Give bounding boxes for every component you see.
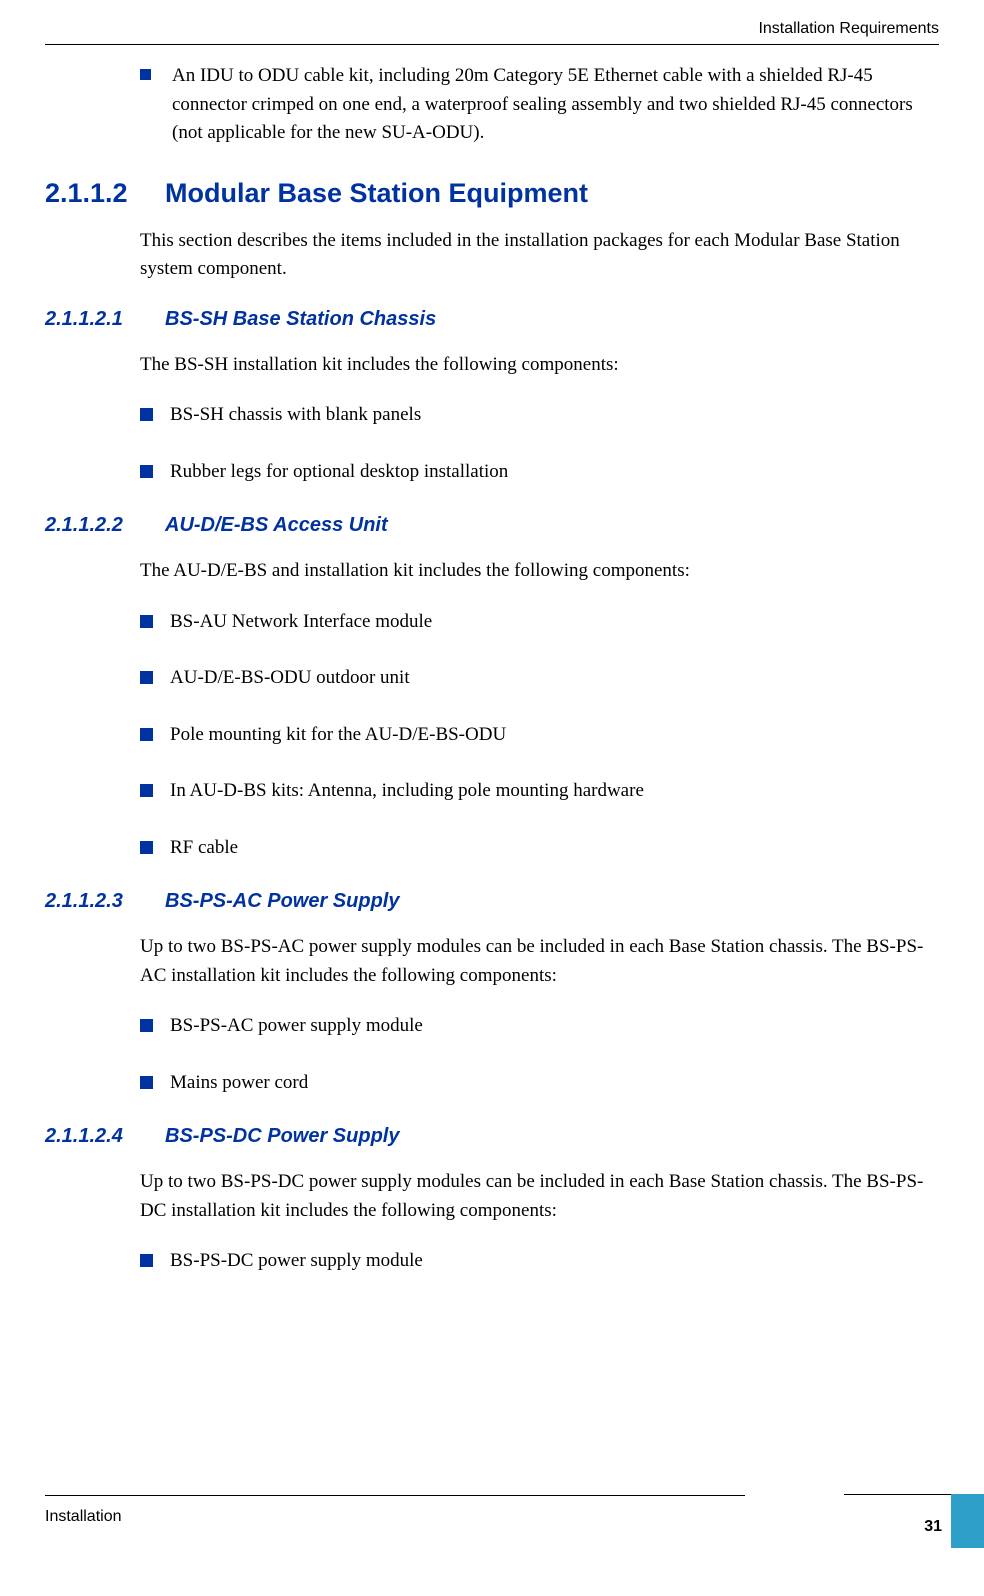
heading-title: AU-D/E-BS Access Unit (165, 514, 388, 537)
heading-3: 2.1.1.2.2 AU-D/E-BS Access Unit (45, 514, 939, 537)
page-number-bar (951, 1494, 984, 1548)
footer-rule (45, 1495, 745, 1496)
heading-number: 2.1.1.2.2 (45, 514, 165, 537)
page-number-block: 31 (844, 1494, 984, 1548)
heading-number: 2.1.1.2.4 (45, 1125, 165, 1148)
paragraph: The BS-SH installation kit includes the … (140, 351, 939, 380)
header-right: Installation Requirements (758, 20, 939, 38)
list-item: BS-PS-AC power supply module (140, 1012, 939, 1041)
heading-title: BS-PS-DC Power Supply (165, 1125, 399, 1148)
paragraph: Up to two BS-PS-DC power supply modules … (140, 1168, 939, 1225)
list-item: BS-AU Network Interface module (140, 608, 939, 637)
list-item: RF cable (140, 834, 939, 863)
page-number: 31 (924, 1518, 942, 1536)
list-item: Mains power cord (140, 1069, 939, 1098)
intro-list: An IDU to ODU cable kit, including 20m C… (140, 62, 939, 148)
heading-3: 2.1.1.2.1 BS-SH Base Station Chassis (45, 308, 939, 331)
heading-3: 2.1.1.2.4 BS-PS-DC Power Supply (45, 1125, 939, 1148)
list-item: Pole mounting kit for the AU-D/E-BS-ODU (140, 721, 939, 750)
header-rule (45, 44, 939, 45)
list-item: In AU-D-BS kits: Antenna, including pole… (140, 777, 939, 806)
heading-title: BS-SH Base Station Chassis (165, 308, 436, 331)
heading-3: 2.1.1.2.3 BS-PS-AC Power Supply (45, 890, 939, 913)
paragraph: The AU-D/E-BS and installation kit inclu… (140, 557, 939, 586)
list-item: Rubber legs for optional desktop install… (140, 458, 939, 487)
list-item: AU-D/E-BS-ODU outdoor unit (140, 664, 939, 693)
heading-number: 2.1.1.2 (45, 178, 165, 209)
heading-number: 2.1.1.2.1 (45, 308, 165, 331)
paragraph: Up to two BS-PS-AC power supply modules … (140, 933, 939, 990)
paragraph: This section describes the items include… (140, 227, 939, 284)
heading-title: Modular Base Station Equipment (165, 178, 588, 209)
heading-title: BS-PS-AC Power Supply (165, 890, 399, 913)
list-item: BS-PS-DC power supply module (140, 1247, 939, 1276)
bullet-list: BS-PS-DC power supply module (140, 1247, 939, 1276)
bullet-list: BS-PS-AC power supply module Mains power… (140, 1012, 939, 1097)
list-item: BS-SH chassis with blank panels (140, 401, 939, 430)
list-item: An IDU to ODU cable kit, including 20m C… (140, 62, 939, 148)
heading-number: 2.1.1.2.3 (45, 890, 165, 913)
footer-left: Installation (45, 1508, 122, 1526)
page-number-rule (844, 1494, 951, 1495)
bullet-list: BS-SH chassis with blank panels Rubber l… (140, 401, 939, 486)
page-content: An IDU to ODU cable kit, including 20m C… (45, 62, 939, 1304)
bullet-list: BS-AU Network Interface module AU-D/E-BS… (140, 608, 939, 863)
heading-2: 2.1.1.2 Modular Base Station Equipment (45, 178, 939, 209)
